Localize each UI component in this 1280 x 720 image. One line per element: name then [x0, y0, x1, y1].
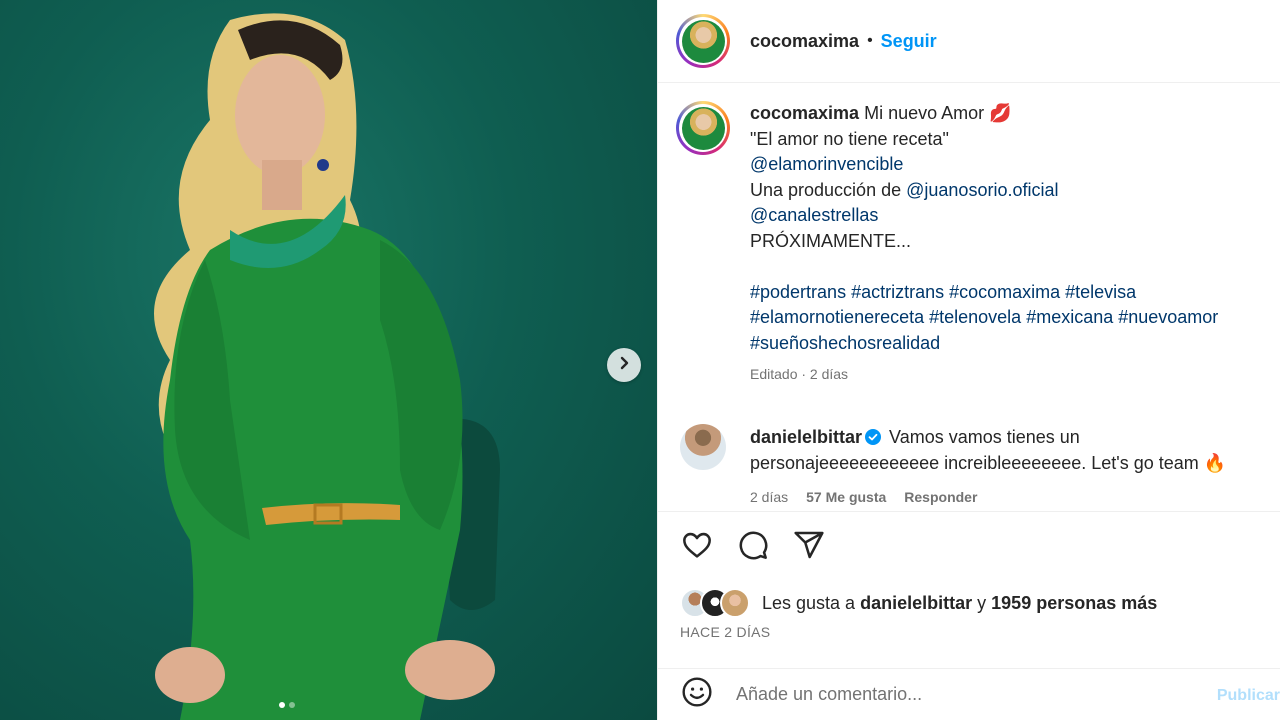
commenter-avatar[interactable]	[680, 424, 726, 470]
emoji-icon	[681, 676, 713, 713]
carousel-dot[interactable]	[289, 702, 295, 708]
liker-avatar[interactable]	[720, 588, 750, 618]
reply-button[interactable]: Responder	[904, 484, 977, 510]
action-bar	[680, 530, 826, 564]
share-icon	[793, 529, 825, 566]
comment-time: 2 días	[750, 489, 789, 505]
caption-line: "El amor no tiene receta"	[750, 128, 949, 149]
post-media	[0, 0, 657, 720]
author-username[interactable]: cocomaxima	[750, 31, 859, 52]
post-timestamp[interactable]: HACE 2 DÍAS	[680, 624, 770, 640]
follow-button[interactable]: Seguir	[881, 31, 937, 52]
author-avatar-image	[681, 19, 725, 63]
post-photo	[154, 13, 500, 720]
mention-link[interactable]: @elamorinvencible	[750, 152, 1218, 178]
carousel-dots	[279, 702, 295, 708]
commenter-username[interactable]: danielelbittar	[750, 427, 862, 447]
comment-input[interactable]	[736, 684, 1216, 705]
post-comment-button[interactable]: Publicar	[1217, 687, 1280, 705]
caption-avatar[interactable]	[676, 101, 730, 155]
post-header: cocomaxima • Seguir	[658, 0, 1280, 83]
lips-emoji: 💋	[989, 103, 1012, 123]
mention-link[interactable]: @canalestrellas	[750, 203, 1218, 229]
divider	[658, 511, 1280, 512]
likes-prefix: Les gusta a	[762, 592, 856, 613]
comment-text: personajeeeeeeeeeeee increibleeeeeeee. L…	[750, 453, 1227, 473]
carousel-dot-active	[279, 702, 285, 708]
caption-line: Una producción de	[750, 179, 902, 200]
likes-text: Les gusta a danielelbittar y 1959 person…	[762, 593, 1157, 614]
next-image-button[interactable]	[607, 348, 641, 382]
comment-item: danielelbittar Vamos vamos tienes un per…	[680, 424, 1276, 510]
comment-likes[interactable]: 57 Me gusta	[806, 484, 886, 510]
author-avatar[interactable]	[676, 14, 730, 68]
caption-meta: Editado · 2 días	[750, 366, 849, 382]
likes-middle: y	[977, 592, 987, 613]
liker-avatars	[680, 588, 750, 618]
likes-summary: Les gusta a danielelbittar y 1959 person…	[680, 588, 1157, 618]
hashtags-line[interactable]: #sueñoshechosrealidad	[750, 331, 1218, 357]
mention-link[interactable]: @juanosorio.oficial	[906, 180, 1058, 200]
comment-body: danielelbittar Vamos vamos tienes un per…	[750, 424, 1226, 510]
comment-meta: 2 días 57 Me gusta Responder	[750, 484, 1226, 510]
caption-body: cocomaxima Mi nuevo Amor 💋 "El amor no t…	[750, 101, 1218, 388]
like-button[interactable]	[680, 530, 714, 564]
caption-line: Mi nuevo Amor	[864, 103, 985, 123]
heart-icon	[681, 529, 713, 566]
separator-dot: •	[867, 32, 873, 49]
post-modal: cocomaxima • Seguir cocomaxima Mi nuevo …	[0, 0, 1280, 720]
verified-icon	[865, 426, 882, 445]
share-button[interactable]	[792, 530, 826, 564]
liker-username[interactable]: danielelbittar	[860, 593, 972, 613]
comment-icon	[737, 529, 769, 566]
chevron-right-icon	[616, 355, 632, 376]
hashtags-line[interactable]: #elamornotienereceta #telenovela #mexica…	[750, 305, 1218, 331]
caption-line: PRÓXIMAMENTE...	[750, 230, 912, 251]
caption-username[interactable]: cocomaxima	[750, 103, 859, 123]
comment-text: Vamos vamos tienes un	[889, 427, 1080, 447]
emoji-button[interactable]	[680, 676, 714, 713]
hashtags-line[interactable]: #podertrans #actriztrans #cocomaxima #te…	[750, 280, 1218, 306]
likes-count[interactable]: 1959 personas más	[991, 593, 1157, 613]
post-caption: cocomaxima Mi nuevo Amor 💋 "El amor no t…	[676, 101, 1276, 388]
caption-avatar-image	[681, 106, 725, 150]
add-comment-bar: Publicar	[658, 668, 1280, 720]
comment-button[interactable]	[736, 530, 770, 564]
post-details-panel: cocomaxima • Seguir cocomaxima Mi nuevo …	[657, 0, 1280, 720]
